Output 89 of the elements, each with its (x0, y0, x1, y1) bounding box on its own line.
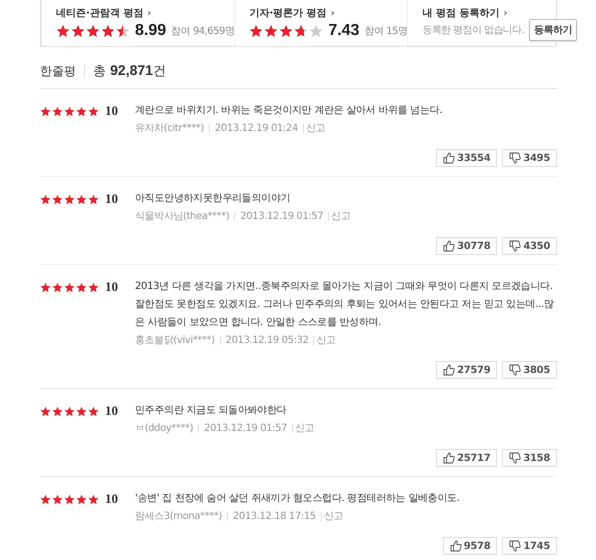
star-icon (88, 282, 99, 292)
total-count: 총 92,871건 (93, 62, 166, 80)
star-icon (52, 406, 63, 416)
review-score: 10 (105, 491, 118, 507)
thumbs-down-icon (509, 540, 522, 552)
dislike-button[interactable]: 3495 (502, 149, 557, 167)
like-button[interactable]: 9578 (442, 537, 498, 555)
star-icon (64, 406, 75, 416)
star-icon (52, 194, 63, 204)
star-icon (76, 194, 87, 204)
star-icon (309, 24, 324, 38)
thumbs-up-icon (443, 152, 456, 164)
like-button[interactable]: 30778 (436, 237, 498, 255)
participant-count: 참여 94,659명 (171, 25, 234, 38)
star-icon (88, 106, 99, 116)
star-icon (86, 24, 100, 38)
star-icon (71, 24, 85, 38)
star-icon (64, 106, 75, 116)
section-title[interactable]: 내 평점 등록하기 (422, 6, 500, 20)
review-date: 2013.12.19 05:32 (226, 334, 308, 346)
star-icon (40, 194, 51, 204)
review-score: 10 (105, 191, 118, 207)
review-date: 2013.12.19 01:24 (214, 122, 298, 134)
register-button[interactable]: 등록하기 (529, 19, 578, 41)
star-icon (52, 106, 63, 116)
star-icon (294, 24, 308, 38)
review-score: 10 (105, 403, 118, 419)
thumbs-down-icon (509, 240, 522, 252)
section-title[interactable]: 네티즌·관람객 평점 (56, 6, 144, 20)
section-title: 한줄평 (40, 62, 76, 80)
average-score: 8.99 (135, 22, 166, 40)
star-icon (76, 494, 87, 504)
chevron-icon: › (330, 8, 335, 18)
chevron-icon: › (147, 8, 152, 18)
author-name: ㅂ(ddoy****) (135, 422, 194, 435)
star-icon (40, 282, 51, 292)
star-icon (88, 494, 99, 504)
thumbs-up-icon (450, 540, 462, 552)
author-name: 람세스3(mona****) (135, 510, 222, 523)
star-icon (101, 24, 115, 38)
thumbs-up-icon (443, 364, 456, 376)
star-icon (40, 494, 51, 504)
star-icon (76, 106, 87, 116)
review-date: 2013.12.19 01:57 (240, 210, 324, 222)
review-score: 10 (105, 279, 118, 295)
star-icon (64, 282, 75, 292)
thumbs-up-icon (443, 240, 456, 252)
star-icon (279, 24, 294, 38)
star-icon (249, 24, 264, 38)
star-icon (264, 24, 278, 38)
like-button[interactable]: 25717 (436, 449, 498, 467)
star-icon (52, 282, 63, 292)
review-text: 2013년 다른 생각을 가지면..종북주의자로 몰아가는 지금이 그때와 무엇이 다른지 모르겠습니다. 잘한점도 못한점도 있겠지요. 그러나 민주주의의 후퇴는 있어서는 안된다고 저는 믿고 있는데...많은 사람들이 보았으면 합니다. 안일한 스스로를 반성하며. (135, 280, 555, 330)
review-date: 2013.12.18 17:15 (232, 510, 316, 522)
review-text: '송변' 집 천장에 숨어 살던 쥐새끼가 혐오스럽다. 평점테러하는 일베충이도. (135, 492, 461, 506)
author-name: 식물박사님(thea****) (135, 210, 230, 223)
star-icon (52, 494, 63, 504)
star-icon (40, 106, 51, 116)
star-icon (88, 406, 99, 416)
dislike-button[interactable]: 1745 (502, 537, 557, 555)
review-score: 10 (105, 103, 118, 119)
dislike-button[interactable]: 3158 (502, 449, 557, 467)
average-score: 7.43 (328, 22, 360, 40)
review-text: 민주주의란 지금도 되돌아봐야한다 (135, 404, 288, 418)
dislike-button[interactable]: 4350 (502, 237, 557, 255)
star-icon (116, 24, 130, 38)
star-icon (64, 194, 75, 204)
chevron-icon: › (503, 8, 508, 18)
section-title[interactable]: 기자·평론가 평점 (249, 6, 327, 20)
star-icon (76, 406, 87, 416)
empty-message: 등록한 평점이 없습니다. (422, 24, 524, 37)
thumbs-down-icon (509, 152, 522, 164)
author-name: 홍초불닭(vivi****) (135, 334, 215, 347)
participant-count: 참여 15명 (364, 25, 408, 38)
review-date: 2013.12.19 01:57 (204, 422, 287, 434)
star-icon (76, 282, 87, 292)
review-text: 아직도안녕하지못한우리들의이야기 (135, 192, 292, 206)
star-icon (88, 194, 99, 204)
thumbs-down-icon (509, 364, 522, 376)
like-button[interactable]: 27579 (436, 361, 498, 379)
review-text: 계란으로 바위치기. 바위는 죽은것이지만 계란은 살아서 바위를 넘는다. (135, 104, 444, 118)
dislike-button[interactable]: 3805 (502, 361, 557, 379)
thumbs-up-icon (443, 452, 456, 464)
like-button[interactable]: 33554 (436, 149, 498, 167)
star-icon (56, 24, 70, 38)
star-icon (40, 406, 51, 416)
star-icon (64, 494, 75, 504)
author-name: 유자차(citr****) (135, 122, 204, 135)
thumbs-down-icon (509, 452, 522, 464)
